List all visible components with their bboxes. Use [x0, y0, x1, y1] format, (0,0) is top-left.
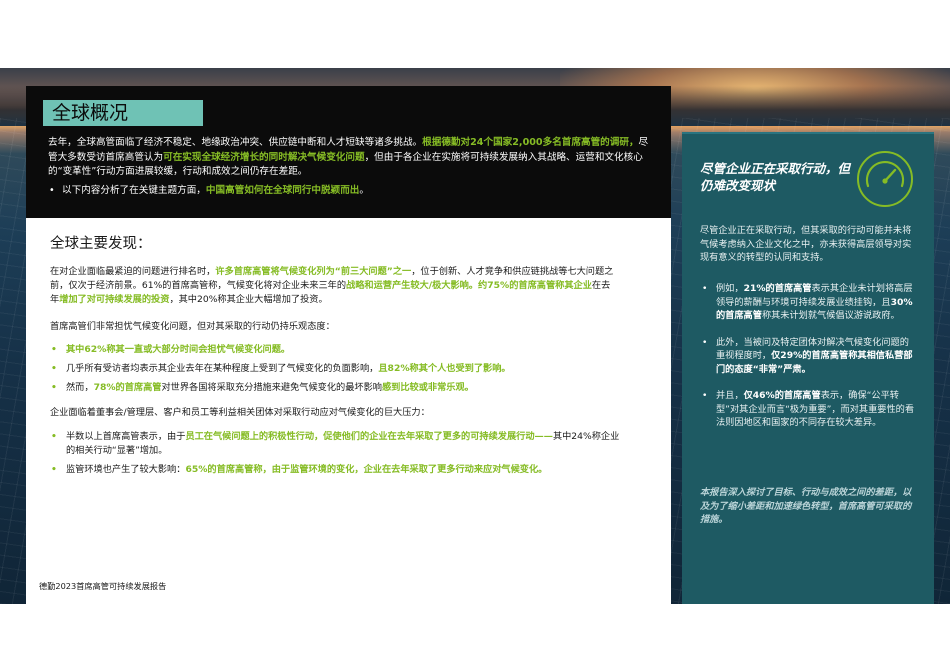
- overview-title: 全球概况: [43, 100, 203, 126]
- bullet-dot: •: [702, 283, 708, 294]
- overview-bullet-highlight: 中国高管如何在全球同行中脱颖而出: [205, 185, 360, 196]
- sidebar-intro: 尽管企业正在采取行动，但其采取的行动可能并未将气候考虑纳入企业文化之中，亦未获得…: [700, 225, 912, 263]
- text-part: 监管环境也产生了较大影响：: [66, 464, 186, 475]
- highlight: 战略和运营产生较大/极大影响。约75%的首席高管称其企业: [346, 280, 592, 291]
- overview-text-part: 去年，全球高管面临了经济不稳定、地缘政治冲突、供应链中断和人才短缺等诸多挑战。: [48, 137, 423, 148]
- bullet-dot: •: [702, 390, 708, 401]
- overview-bullet: • 以下内容分析了在关键主题方面，中国高管如何在全球同行中脱颖而出。: [48, 184, 654, 198]
- findings-paragraph-3: 企业面临着董事会/管理层、客户和员工等利益相关团体对采取行动应对气候变化的巨大压…: [50, 407, 430, 418]
- overview-highlight: 根据德勤对24个国家2,000多名首席高管的调研，: [422, 137, 639, 148]
- findings-paragraph-2: 首席高管们非常担忧气候变化问题，但对其采取的行动仍持乐观态度：: [50, 321, 335, 332]
- concern-list: • 其中62%称其一直或大部分时间会担忧气候变化问题。 • 几乎所有受访者均表示其企…: [50, 343, 620, 400]
- highlight: 感到比较或非常乐观。: [382, 382, 474, 393]
- bullet-dot: •: [51, 382, 57, 393]
- findings-paragraph-1: 在对企业面临最紧迫的问题进行排名时，许多首席高管将气候变化列为“前三大问题”之一…: [50, 265, 616, 307]
- text-part: 并且，: [716, 390, 744, 401]
- highlight: 且82%称其个人也受到了影响。: [378, 363, 511, 374]
- overview-bullet-text: 。: [359, 185, 369, 196]
- bullet-dot: •: [51, 431, 57, 442]
- overview-bullet-text: 以下内容分析了在关键主题方面，: [62, 185, 206, 196]
- bullet-dot: •: [51, 363, 57, 374]
- text-part: 然而，: [66, 382, 94, 393]
- bold-stat: 仅46%的首席高管: [743, 390, 821, 401]
- bullet-dot: •: [49, 185, 55, 196]
- text-part: 几乎所有受访者均表示其企业去年在某种程度上受到了气候变化的负面影响，: [66, 363, 379, 374]
- highlight: 78%的首席高管: [93, 382, 162, 393]
- text-part: 称其未计划就气候倡议游说政府。: [761, 310, 900, 321]
- list-item: • 几乎所有受访者均表示其企业去年在某种程度上受到了气候变化的负面影响，且82%称…: [50, 362, 620, 376]
- bullet-dot: •: [51, 464, 57, 475]
- sidebar-headline: 尽管企业正在采取行动，但仍难改变现状: [700, 161, 851, 193]
- sidebar-list-item: • 此外，当被问及特定团体对解决气候变化问题的重视程度时，仅29%的首席高管称其相…: [700, 336, 918, 377]
- highlight: 员工在气候问题上的积极性行动，促使他们的企业在去年采取了更多的可持续发展行动——: [185, 431, 553, 442]
- speedometer-gauge-icon: [857, 151, 913, 207]
- text-part: 半数以上首席高管表示，由于: [66, 431, 186, 442]
- text-part: 对世界各国将采取充分措施来避免气候变化的最坏影响: [161, 382, 383, 393]
- text-part: ，其中20%称其企业大幅增加了投资。: [169, 294, 328, 305]
- bullet-dot: •: [51, 344, 57, 355]
- highlight: 增加了对可持续发展的投资: [59, 294, 170, 305]
- highlight: 许多首席高管将气候变化列为“前三大问题”之一: [215, 266, 412, 277]
- sidebar-list-item: • 并且，仅46%的首席高管表示，确保“公平转型”对其企业而言“极为重要”，而对其…: [700, 389, 918, 430]
- bold-stat: 21%的首席高管: [743, 283, 812, 294]
- pressure-list: • 半数以上首席高管表示，由于员工在气候问题上的积极性行动，促使他们的企业在去年采…: [50, 430, 620, 482]
- overview-paragraph: 去年，全球高管面临了经济不稳定、地缘政治冲突、供应链中断和人才短缺等诸多挑战。根…: [48, 136, 654, 180]
- list-item: • 监管环境也产生了较大影响：65%的首席高管称，由于监管环境的变化，企业在去年采…: [50, 463, 620, 477]
- report-footer: 德勤2023首席高管可持续发展报告: [39, 581, 167, 591]
- sidebar-list: • 例如，21%的首席高管表示其企业未计划将高层领导的薪酬与环境可持续发展业绩挂钩…: [700, 282, 918, 443]
- main-content-panel: 全球概况 去年，全球高管面临了经济不稳定、地缘政治冲突、供应链中断和人才短缺等诸…: [26, 86, 671, 604]
- overview-highlight: 可在实现全球经济增长的同时解决气候变化问题: [163, 151, 365, 163]
- bullet-dot: •: [702, 336, 708, 348]
- text-part: 例如，: [716, 283, 744, 294]
- findings-section: 全球主要发现： 在对企业面临最紧迫的问题进行排名时，许多首席高管将气候变化列为“…: [26, 218, 671, 604]
- sidebar-closing: 本报告深入探讨了目标、行动与成效之间的差距，以及为了缩小差距和加速绿色转型，首席…: [700, 487, 912, 525]
- list-item: • 然而，78%的首席高管对世界各国将采取充分措施来避免气候变化的最坏影响感到比较…: [50, 381, 620, 395]
- sidebar-panel: 尽管企业正在采取行动，但仍难改变现状 尽管企业正在采取行动，但其采取的行动可能并…: [682, 132, 934, 604]
- sidebar-list-item: • 例如，21%的首席高管表示其企业未计划将高层领导的薪酬与环境可持续发展业绩挂钩…: [700, 282, 918, 323]
- list-item: • 其中62%称其一直或大部分时间会担忧气候变化问题。: [50, 343, 620, 357]
- text-part: 在对企业面临最紧迫的问题进行排名时，: [50, 266, 216, 277]
- list-item: • 半数以上首席高管表示，由于员工在气候问题上的积极性行动，促使他们的企业在去年采…: [50, 430, 620, 458]
- findings-title: 全球主要发现：: [50, 236, 152, 252]
- highlight: 其中62%称其一直或大部分时间会担忧气候变化问题。: [66, 344, 291, 355]
- overview-section: 全球概况 去年，全球高管面临了经济不稳定、地缘政治冲突、供应链中断和人才短缺等诸…: [26, 86, 671, 218]
- highlight: 65%的首席高管称，由于监管环境的变化，企业在去年采取了更多行动来应对气候变化。: [185, 464, 548, 475]
